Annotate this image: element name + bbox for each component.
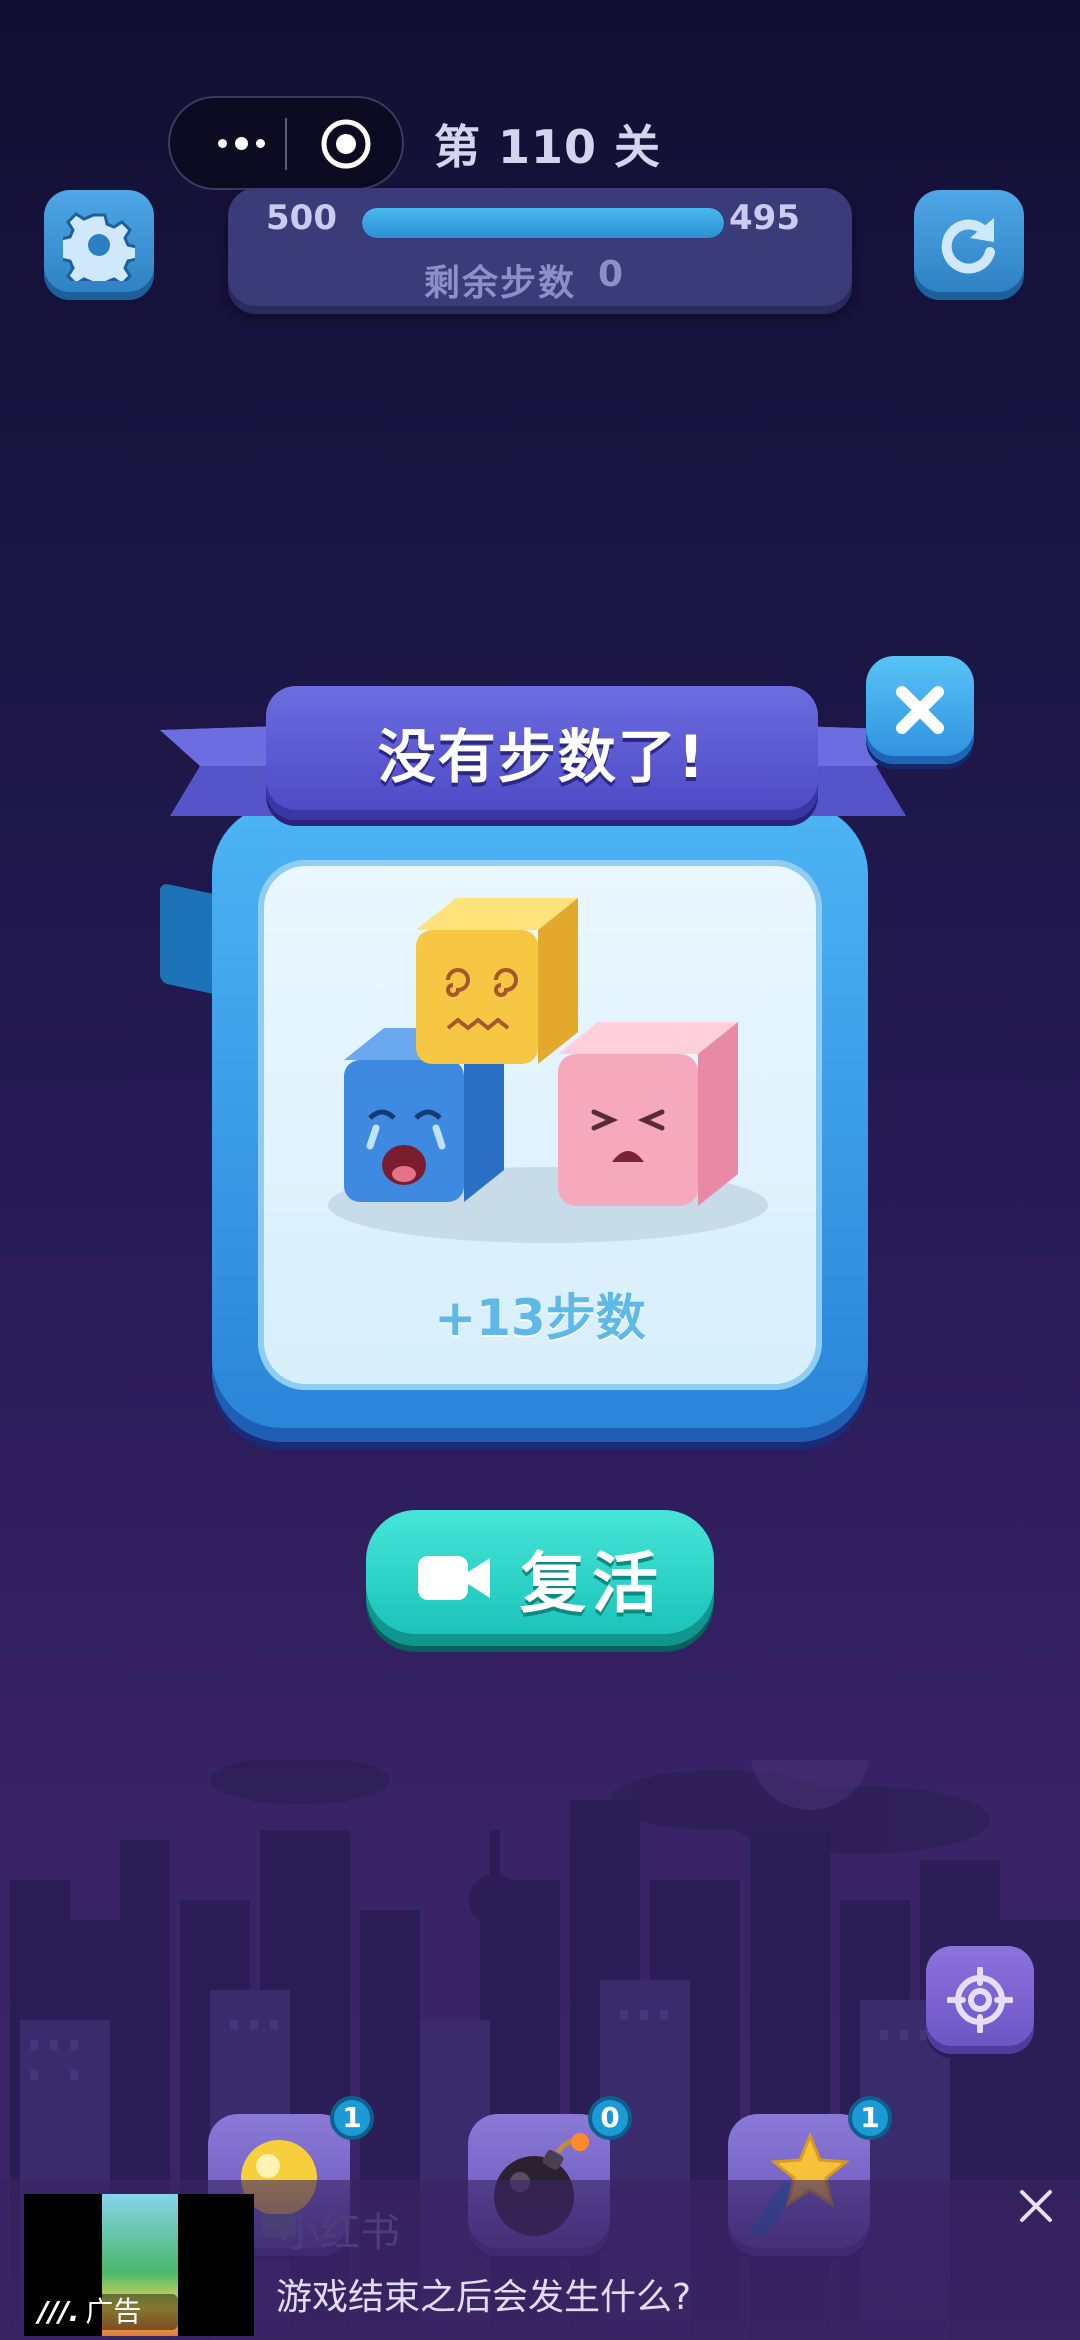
steps-remaining-value: 0	[598, 254, 624, 295]
dialog-title-ribbon: 没有步数了!	[266, 686, 818, 820]
hint-count-badge: 1	[330, 2096, 374, 2140]
bomb-count-badge: 0	[588, 2096, 632, 2140]
wand-count-badge: 1	[848, 2096, 892, 2140]
more-options-button[interactable]	[206, 120, 276, 166]
dialog-title: 没有步数了!	[377, 723, 707, 791]
score-progress-bar	[362, 208, 724, 238]
video-camera-icon	[418, 1556, 490, 1600]
close-ad-icon[interactable]	[1016, 2186, 1056, 2226]
target-score: 500	[266, 198, 337, 238]
mini-program-capsule	[168, 96, 404, 190]
ad-brand: 小红书	[280, 2210, 400, 2256]
close-icon	[896, 686, 944, 734]
ad-banner[interactable]: ///. 广告 小红书 游戏结束之后会发生什么?	[0, 2180, 1080, 2340]
out-of-moves-dialog: +13步数	[212, 804, 868, 1442]
dizzy-yellow-cube	[416, 898, 578, 1064]
score-panel: 500 495 剩余步数 0	[228, 188, 852, 314]
restart-icon	[941, 218, 995, 274]
dialog-content-panel: +13步数	[258, 860, 822, 1390]
restart-button[interactable]	[914, 190, 1024, 300]
current-score: 495	[729, 198, 800, 238]
ad-thumbnail[interactable]: ///. 广告	[24, 2194, 254, 2336]
exit-mini-program-icon[interactable]	[320, 118, 372, 170]
sad-cubes-illustration	[328, 898, 768, 1243]
revive-button[interactable]: 复活	[366, 1510, 714, 1646]
close-dialog-button[interactable]	[866, 656, 974, 764]
revive-label: 复活	[520, 1545, 664, 1622]
ad-headline: 游戏结束之后会发生什么?	[276, 2277, 692, 2318]
ad-tag: ///. 广告	[38, 2294, 178, 2330]
capsule-divider	[285, 118, 287, 170]
crosshair-icon	[947, 1967, 1013, 2033]
level-title: 第 110 关	[434, 120, 662, 174]
score-progress-fill	[362, 208, 724, 238]
ad-tag-label: 广告	[85, 2295, 142, 2328]
steps-remaining-label: 剩余步数	[424, 263, 577, 304]
crying-pink-cube	[558, 1022, 738, 1206]
ribbon-left-wing	[160, 726, 280, 816]
gear-icon	[63, 212, 135, 281]
settings-button[interactable]	[44, 190, 154, 300]
bonus-steps-text: +13步数	[434, 1289, 646, 1347]
aim-target-button[interactable]	[926, 1946, 1034, 2054]
ad-network-logo-icon: ///.	[38, 2295, 80, 2328]
